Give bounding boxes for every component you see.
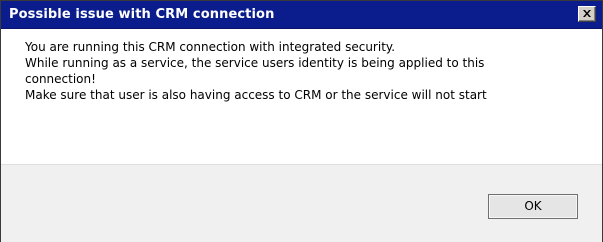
message-line: While running as a service, the service … (25, 56, 485, 70)
close-button[interactable] (578, 6, 596, 22)
message-line: connection! (25, 72, 96, 86)
message-dialog: Possible issue with CRM connection You a… (0, 0, 603, 242)
ok-button[interactable]: OK (488, 194, 578, 219)
dialog-title: Possible issue with CRM connection (9, 7, 275, 22)
message-line: You are running this CRM connection with… (25, 40, 396, 54)
dialog-footer: OK (1, 164, 602, 242)
title-bar[interactable]: Possible issue with CRM connection (1, 1, 602, 29)
message-line: Make sure that user is also having acces… (25, 88, 487, 102)
dialog-message: You are running this CRM connection with… (25, 39, 585, 103)
close-icon (583, 10, 591, 17)
